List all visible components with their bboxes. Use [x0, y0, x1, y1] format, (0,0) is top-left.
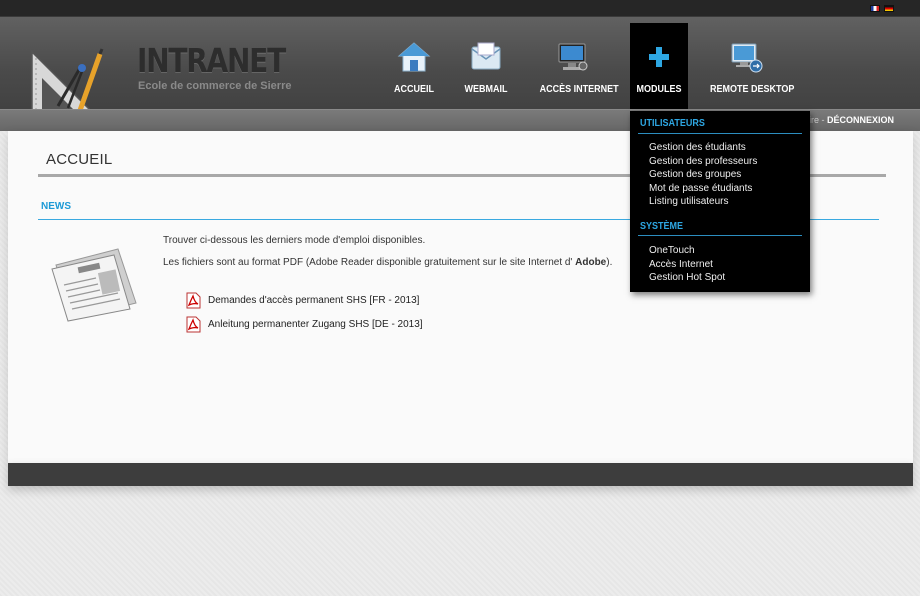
news-line-2-suffix: ).: [606, 257, 613, 268]
logout-link[interactable]: DÉCONNEXION: [827, 115, 894, 125]
news-heading: NEWS: [41, 201, 71, 212]
document-label: Anleitung permanenter Zugang SHS [DE - 2…: [208, 319, 423, 330]
news-line-1: Trouver ci-dessous les derniers mode d'e…: [163, 235, 426, 246]
nav-label: WEBMAIL: [464, 84, 508, 95]
nav-label: REMOTE DESKTOP: [710, 84, 795, 95]
nav-label: ACCUEIL: [393, 84, 434, 95]
adobe-link[interactable]: Adobe: [575, 257, 606, 268]
home-icon: [397, 42, 431, 72]
french-flag-icon[interactable]: [870, 5, 880, 12]
menu-item-listing-utilisateurs[interactable]: Listing utilisateurs: [649, 196, 728, 207]
menu-item-mot-de-passe[interactable]: Mot de passe étudiants: [649, 183, 752, 194]
newspaper-icon: [51, 248, 137, 322]
plus-icon: [649, 47, 669, 67]
top-bar: [0, 0, 920, 17]
dropdown-section-system: SYSTÈME: [640, 221, 684, 232]
site-subtitle: Ecole de commerce de Sierre: [138, 80, 292, 92]
nav-acces-internet[interactable]: ACCÈS INTERNET: [536, 40, 619, 100]
mail-icon: [471, 42, 501, 70]
news-line-2: Les fichiers sont au format PDF (Adobe R…: [163, 257, 612, 268]
page-title: ACCUEIL: [46, 151, 113, 168]
document-label: Demandes d'accès permanent SHS [FR - 201…: [208, 295, 420, 306]
user-info: goire - DÉCONNEXION: [799, 115, 894, 125]
dropdown-section-users: UTILISATEURS: [640, 118, 705, 129]
nav-label: ACCÈS INTERNET: [539, 84, 619, 95]
menu-item-onetouch[interactable]: OneTouch: [649, 245, 695, 256]
modules-dropdown: UTILISATEURS Gestion des étudiants Gesti…: [630, 111, 810, 292]
nav-remote-desktop[interactable]: REMOTE DESKTOP: [706, 40, 795, 100]
menu-item-acces-internet[interactable]: Accès Internet: [649, 259, 713, 270]
menu-item-gestion-hotspot[interactable]: Gestion Hot Spot: [649, 272, 725, 283]
dropdown-divider: [638, 133, 802, 134]
nav-webmail[interactable]: WEBMAIL: [462, 40, 510, 100]
site-title: INTRANET: [137, 41, 286, 80]
menu-item-gestion-groupes[interactable]: Gestion des groupes: [649, 169, 741, 180]
nav-label: MODULES: [636, 84, 682, 95]
remote-desktop-icon: [731, 43, 763, 73]
menu-item-gestion-etudiants[interactable]: Gestion des étudiants: [649, 142, 746, 153]
pdf-icon: [186, 316, 201, 333]
news-line-2-prefix: Les fichiers sont au format PDF (Adobe R…: [163, 257, 576, 268]
dropdown-divider: [638, 235, 802, 236]
nav-modules[interactable]: MODULES: [634, 40, 684, 100]
footer-bar: [8, 463, 913, 486]
nav-accueil[interactable]: ACCUEIL: [388, 40, 440, 100]
pdf-icon: [186, 292, 201, 309]
german-flag-icon[interactable]: [884, 5, 894, 12]
computer-icon: [558, 43, 588, 71]
menu-item-gestion-professeurs[interactable]: Gestion des professeurs: [649, 156, 757, 167]
